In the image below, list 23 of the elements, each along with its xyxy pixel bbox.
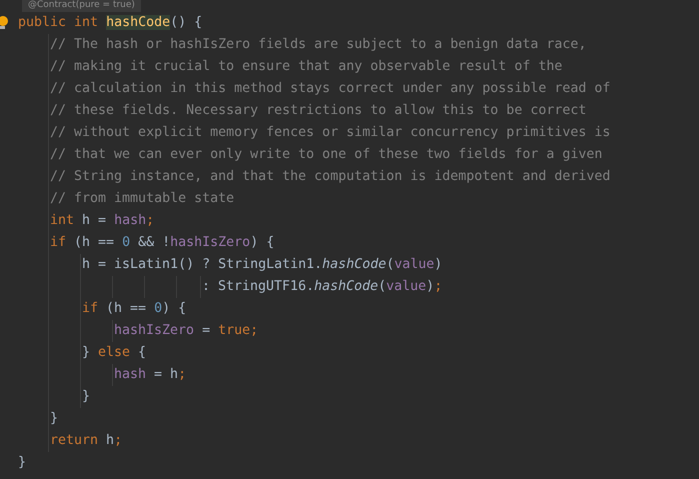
code-line: : StringUTF16.hashCode(value); bbox=[202, 278, 442, 296]
code-line: // without explicit memory fences or similar concurrency primitives is bbox=[50, 124, 610, 142]
code-line: int h = hash; bbox=[50, 212, 154, 230]
code-line: public int hashCode() { bbox=[18, 14, 202, 32]
code-line: // from immutable state bbox=[50, 190, 234, 208]
code-line: } bbox=[18, 454, 26, 472]
code-line: // these fields. Necessary restrictions to allow this to be correct bbox=[50, 102, 586, 120]
annotation-hint: @Contract(pure = true) bbox=[22, 0, 141, 12]
code-line: // The hash or hashIsZero fields are subject to a benign data race, bbox=[50, 36, 586, 54]
code-line: } else { bbox=[82, 344, 146, 362]
code-line: h = isLatin1() ? StringLatin1.hashCode(value) bbox=[82, 256, 442, 274]
code-line: // making it crucial to ensure that any observable result of the bbox=[50, 58, 562, 76]
code-line: if (h == 0 && !hashIsZero) { bbox=[50, 234, 274, 252]
code-line: // that we can ever only write to one of these two fields for a given bbox=[50, 146, 602, 164]
code-line: // String instance, and that the computation is idempotent and derived bbox=[50, 168, 610, 186]
lightbulb-icon[interactable] bbox=[0, 16, 9, 30]
code-line: hashIsZero = true; bbox=[114, 322, 258, 340]
code-line: return h; bbox=[50, 432, 122, 450]
code-line: if (h == 0) { bbox=[82, 300, 186, 318]
code-line: hash = h; bbox=[114, 366, 186, 384]
code-line: } bbox=[82, 388, 90, 406]
code-line: } bbox=[50, 410, 58, 428]
code-line: // calculation in this method stays correct under any possible read of bbox=[50, 80, 610, 98]
